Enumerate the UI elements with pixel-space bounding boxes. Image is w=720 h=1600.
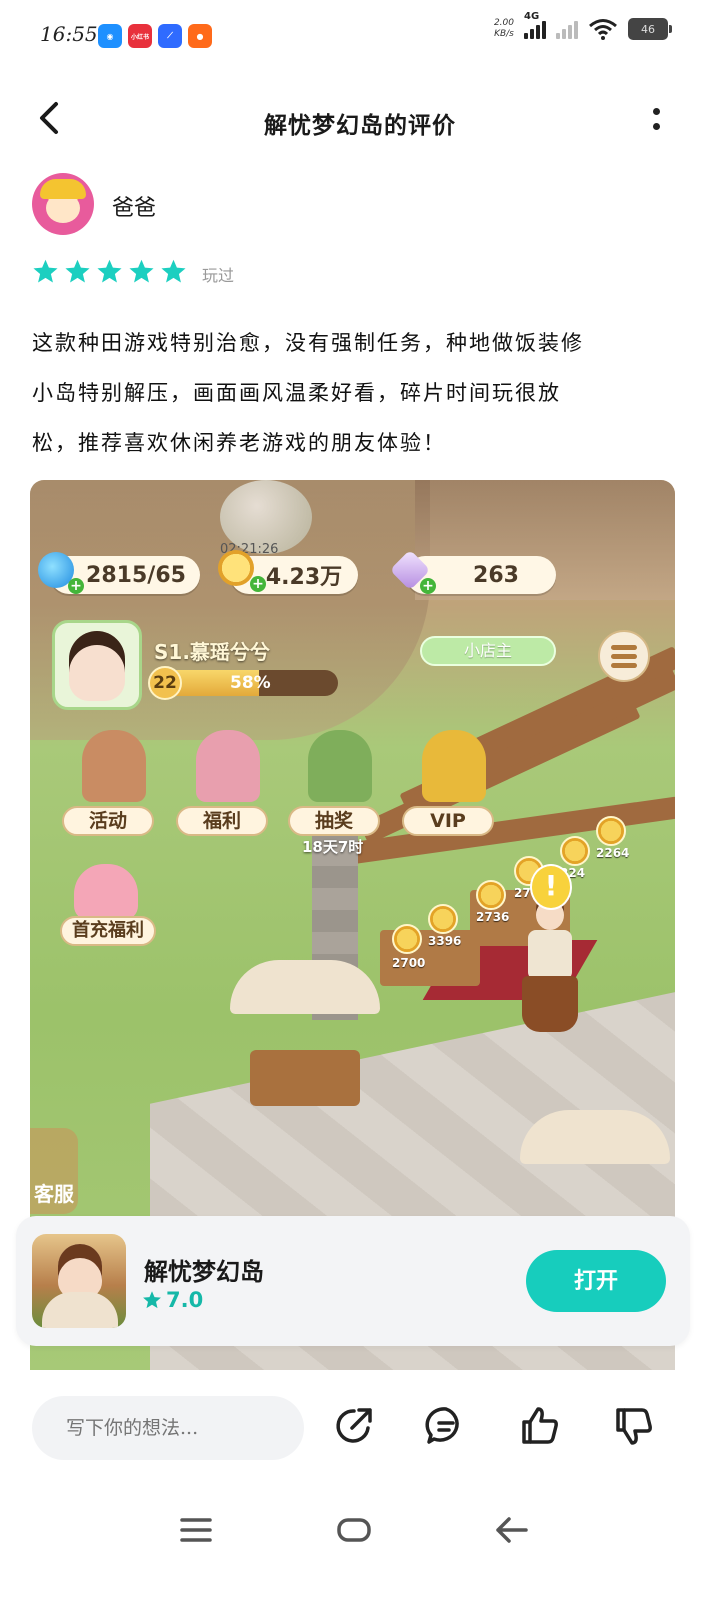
shop-owner-badge[interactable]: 小店主 (420, 636, 556, 666)
exclamation-icon[interactable]: ! (530, 864, 572, 910)
app-card[interactable]: 解忧梦幻岛 7.0 打开 (16, 1216, 690, 1346)
comment-input[interactable] (32, 1396, 304, 1460)
feature-welfare[interactable]: 福利 (176, 730, 276, 840)
more-options-icon[interactable] (648, 104, 664, 134)
wooden-table (250, 1050, 360, 1106)
net-speed-unit: KB/s (494, 29, 514, 39)
star-icon (97, 259, 122, 283)
soul-app-icon: ◉ (98, 24, 122, 48)
blue-app-icon: ⟋ (158, 24, 182, 48)
thumbs-down-icon[interactable] (612, 1404, 656, 1448)
gold-coin-icon (218, 550, 254, 586)
app-score: 7.0 (142, 1288, 203, 1312)
add-coin-icon[interactable]: + (250, 576, 266, 592)
coin-pickup-value: 2700 (392, 956, 426, 970)
status-app-icons: ◉ 小红书 ⟋ ● (98, 24, 212, 48)
kuaishou-icon: ● (188, 24, 212, 48)
thumbs-up-icon[interactable] (518, 1404, 562, 1448)
rating-stars (32, 258, 187, 285)
battery-icon: 46 (628, 18, 672, 40)
first-charge-label: 首充福利 (60, 916, 156, 946)
net-speed-value: 2.00 (493, 18, 514, 28)
add-water-icon[interactable]: + (68, 578, 84, 594)
signal-secondary-icon (556, 19, 578, 39)
played-tag: 玩过 (202, 266, 235, 285)
menu-nav-icon[interactable] (174, 1510, 218, 1550)
feature-label: 抽奖 (288, 806, 380, 836)
parasol (520, 1110, 670, 1164)
shopkeeper-character[interactable] (522, 900, 578, 1060)
feature-lottery[interactable]: 抽奖 (288, 730, 388, 840)
xiaohongshu-icon: 小红书 (128, 24, 152, 48)
signal-4g-icon: 4G (524, 11, 546, 39)
feature-label: 活动 (62, 806, 154, 836)
net-speed: 2.00 KB/s (494, 18, 514, 40)
coin-pickup-icon[interactable] (476, 880, 506, 910)
parasol (230, 960, 380, 1014)
feature-vip[interactable]: VIP (402, 730, 502, 840)
app-icon[interactable] (32, 1234, 126, 1328)
xiaohongshu-icon-label: 小红书 (130, 33, 149, 41)
service-label: 客服 (34, 1182, 74, 1206)
coin-pickup-icon[interactable] (392, 924, 422, 954)
menu-list-icon[interactable] (598, 630, 650, 682)
share-icon[interactable] (332, 1404, 376, 1448)
coin-pickup-value: 2736 (476, 910, 510, 924)
coin-pickup-icon[interactable] (428, 904, 458, 934)
header: 解忧梦幻岛的评价 (0, 80, 720, 156)
player-avatar[interactable] (52, 620, 142, 710)
network-type: 4G (524, 11, 540, 22)
avatar[interactable] (32, 173, 94, 235)
first-charge-bonus[interactable]: 首充福利 (60, 864, 156, 954)
status-indicators: 2.00 KB/s 4G 46 (494, 11, 672, 40)
level-percent: 58% (230, 673, 271, 693)
star-icon (143, 1291, 161, 1309)
feature-activity[interactable]: 活动 (62, 730, 162, 840)
lucky-toad-icon (308, 730, 372, 802)
crown-icon (422, 730, 486, 802)
system-nav-bar (0, 1490, 720, 1600)
bottom-toolbar (0, 1370, 720, 1490)
status-time: 16:55 (40, 22, 98, 46)
battery-level: 46 (641, 22, 655, 36)
back-nav-icon[interactable] (490, 1510, 534, 1550)
diamond-value: 263 (473, 562, 519, 588)
star-icon (161, 259, 186, 283)
app-name[interactable]: 解忧梦幻岛 (144, 1252, 264, 1287)
comment-icon[interactable] (424, 1404, 468, 1448)
activity-icon (82, 730, 146, 802)
coin-pickup-value: 27 (514, 886, 531, 900)
player-name: S1.慕瑶兮兮 (154, 640, 270, 664)
star-icon (33, 259, 58, 283)
username[interactable]: 爸爸 (112, 190, 156, 222)
feature-label: VIP (402, 806, 494, 836)
coin-pickup-icon[interactable] (596, 816, 626, 846)
wifi-icon (589, 19, 617, 40)
coin-pickup-value: 2264 (596, 846, 630, 860)
lotus-icon (74, 864, 138, 920)
coin-pickup-value: 3396 (428, 934, 462, 948)
add-diamond-icon[interactable]: + (420, 578, 436, 594)
app-score-value: 7.0 (166, 1288, 204, 1312)
feature-label: 福利 (176, 806, 268, 836)
review-line: 松，推荐喜欢休闲养老游戏的朋友体验！ (32, 431, 446, 455)
customer-service-button[interactable]: 客服 (30, 1128, 78, 1214)
review-line: 这款种田游戏特别治愈，没有强制任务，种地做饭装修 (32, 331, 584, 355)
coin-pickup-icon[interactable] (560, 836, 590, 866)
level-badge: 22 (148, 666, 182, 700)
lottery-countdown: 18天7时 (302, 838, 364, 856)
home-nav-icon[interactable] (332, 1510, 376, 1550)
review-line: 小岛特别解压，画面画风温柔好看，碎片时间玩很放 (32, 381, 561, 405)
gift-basket-icon (196, 730, 260, 802)
star-icon (129, 259, 154, 283)
page-title: 解忧梦幻岛的评价 (264, 112, 456, 139)
open-app-button[interactable]: 打开 (526, 1250, 666, 1312)
status-bar: 16:55 ◉ 小红书 ⟋ ● 2.00 KB/s 4G 46 (0, 0, 720, 72)
star-icon (65, 259, 90, 283)
review-text: 这款种田游戏特别治愈，没有强制任务，种地做饭装修 小岛特别解压，画面画风温柔好看… (32, 318, 682, 468)
